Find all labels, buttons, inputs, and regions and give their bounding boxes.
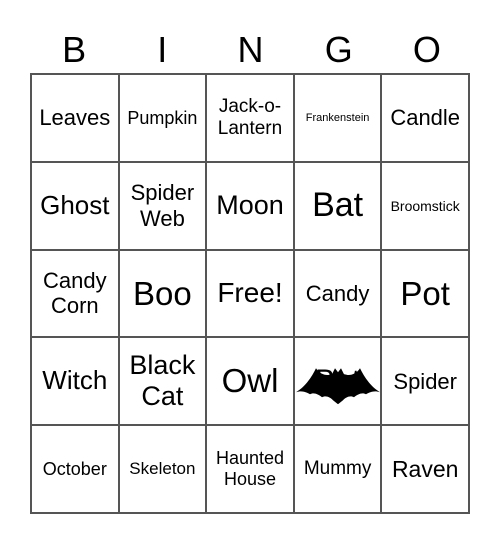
bingo-cell[interactable]: Moon	[206, 161, 294, 250]
bingo-cell[interactable]: Mummy	[293, 425, 382, 513]
cell-text: Candy	[305, 280, 370, 306]
bingo-cell[interactable]: Jack-o-Lantern	[206, 74, 294, 162]
bingo-cell[interactable]: Owl	[206, 337, 294, 426]
cell-text: Spider Web	[130, 180, 195, 231]
cell-text: Pumpkin	[127, 107, 198, 128]
bingo-header: B I N G O	[30, 28, 471, 72]
cell-text: October	[42, 458, 107, 479]
cell-text: Moon	[216, 190, 284, 221]
cell-text: Broomstick	[390, 197, 460, 214]
bingo-cell[interactable]: Free!	[206, 249, 294, 338]
bingo-cell[interactable]: Frankenstein	[293, 74, 382, 162]
bingo-card: Leaves Pumpkin Jack-o-Lantern Frankenstein C…	[30, 73, 470, 514]
bingo-cell[interactable]: Skeleton	[118, 425, 207, 513]
bingo-cell[interactable]: Spider	[381, 337, 469, 426]
cell-text: Haunted House	[215, 448, 285, 490]
cell-text: Owl	[221, 362, 279, 400]
bingo-cell[interactable]: Black Cat	[118, 337, 207, 426]
bingo-cell[interactable]: Candy Corn	[31, 249, 119, 338]
bingo-cell[interactable]: Candle	[381, 74, 469, 162]
cell-text: Bat	[312, 186, 364, 225]
header-letter: N	[237, 29, 264, 70]
cell-text: Free!	[217, 277, 283, 309]
bingo-cell[interactable]: Bat	[293, 337, 382, 426]
bingo-cell[interactable]: Raven	[381, 425, 469, 513]
bingo-cell[interactable]: Spider Web	[118, 161, 207, 250]
bingo-cell[interactable]: Broomstick	[381, 161, 469, 250]
cell-text: Black Cat	[129, 350, 196, 412]
bingo-cell[interactable]: Bat	[293, 161, 382, 250]
bingo-cell[interactable]: Boo	[118, 249, 207, 338]
bingo-cell[interactable]: Pumpkin	[118, 74, 207, 162]
header-letter: I	[157, 29, 168, 70]
cell-text: Mummy	[303, 458, 372, 480]
bingo-cell[interactable]: Leaves	[31, 74, 119, 162]
header-letter: B	[62, 29, 87, 70]
cell-text: Skeleton	[129, 459, 196, 479]
cell-text: Candle	[390, 105, 461, 131]
bingo-cell[interactable]: Candy	[293, 249, 382, 338]
bingo-cell[interactable]: Haunted House	[206, 425, 294, 513]
cell-text: Frankenstein	[305, 111, 370, 124]
cell-text: Pot	[400, 274, 450, 312]
cell-text: Boo	[133, 274, 192, 312]
bingo-cell[interactable]: Pot	[381, 249, 469, 338]
cell-text: Candy Corn	[43, 268, 107, 319]
cell-text: Raven	[391, 455, 459, 482]
header-letter: G	[324, 29, 353, 70]
cell-text: Jack-o-Lantern	[217, 96, 283, 139]
bingo-cell[interactable]: October	[31, 425, 119, 513]
cell-text: Witch	[42, 365, 108, 396]
bingo-cell[interactable]: Ghost	[31, 161, 119, 250]
header-letter: O	[412, 29, 441, 70]
cell-text: Ghost	[40, 189, 110, 220]
bingo-cell[interactable]: Witch	[31, 337, 119, 426]
cell-text: Spider	[393, 368, 457, 394]
bat-icon	[295, 368, 380, 405]
cell-text: Leaves	[39, 105, 111, 131]
